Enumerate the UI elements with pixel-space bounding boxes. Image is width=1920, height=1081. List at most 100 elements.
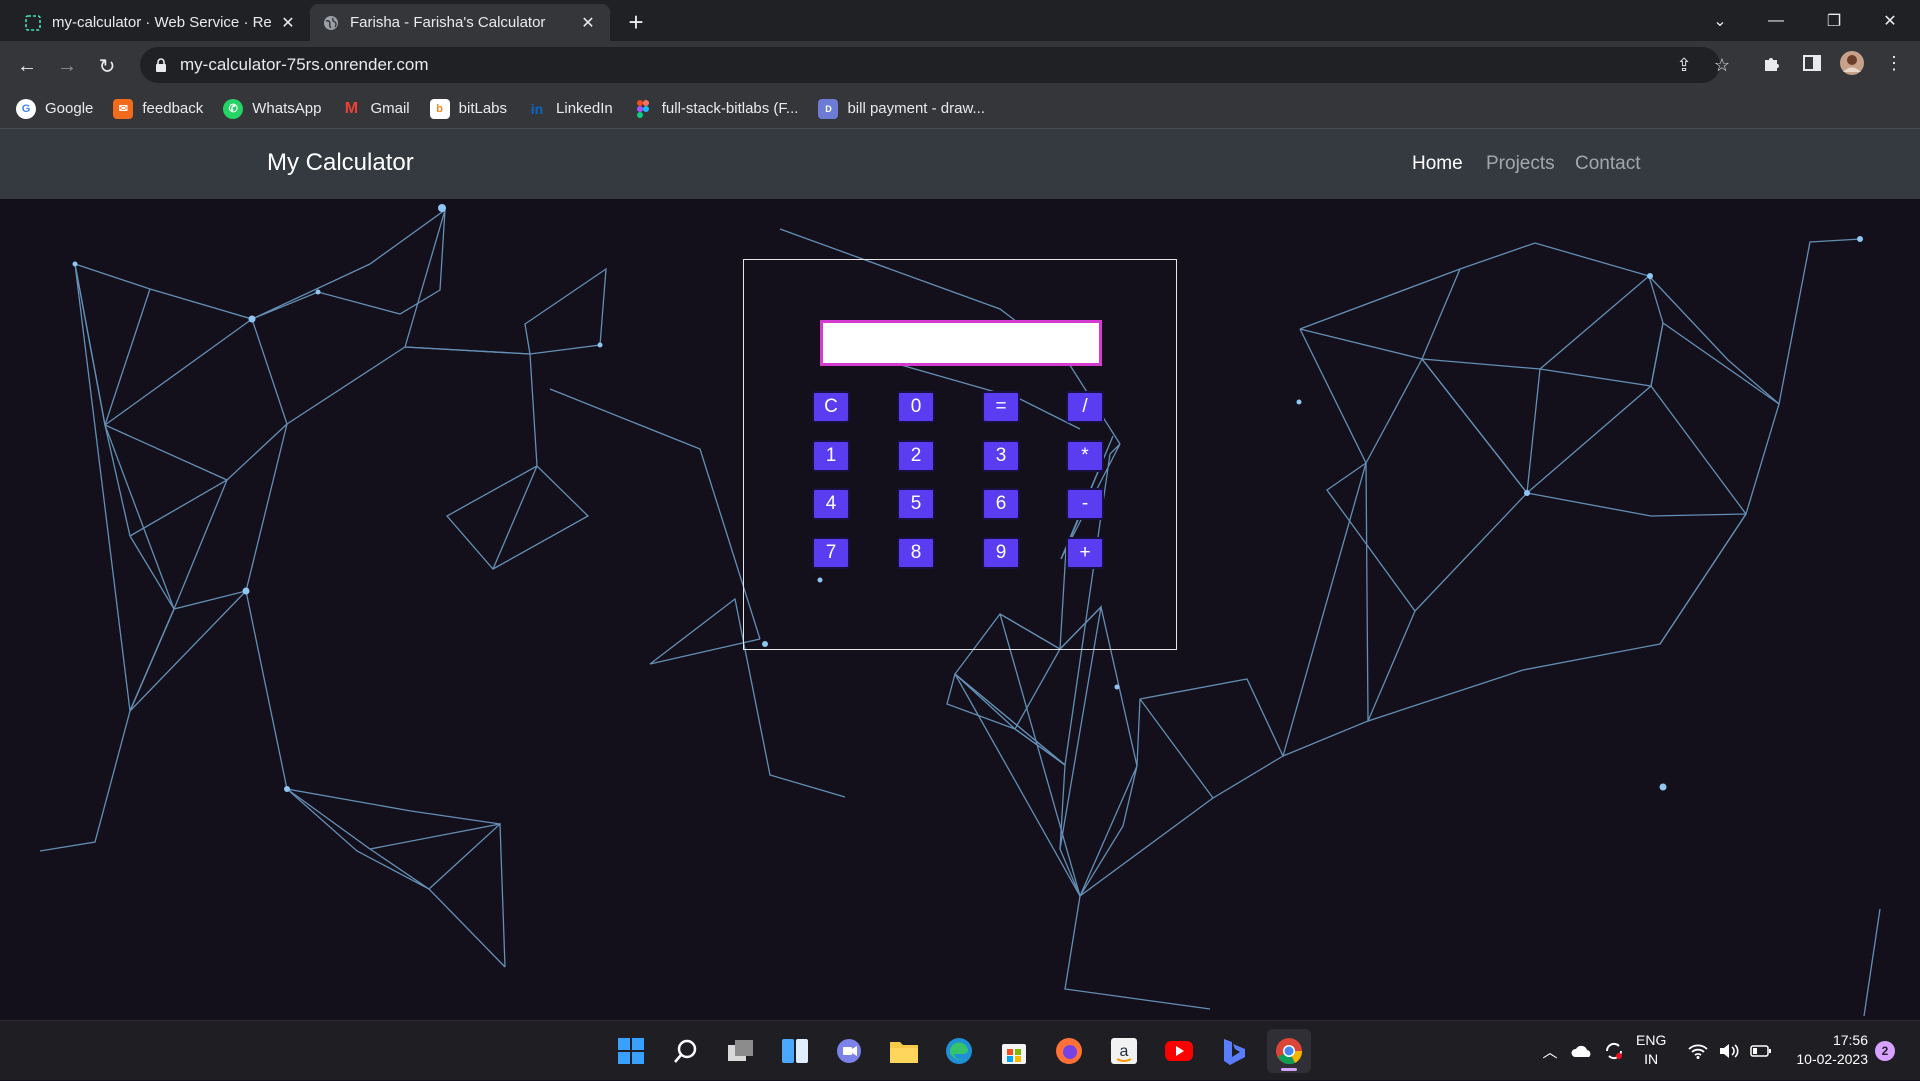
nav-contact-link[interactable]: Contact <box>1575 153 1640 175</box>
region-code: IN <box>1644 1051 1659 1067</box>
teams-chat-icon[interactable] <box>827 1029 871 1073</box>
minimize-icon[interactable]: — <box>1748 0 1804 41</box>
bookmark-label: full-stack-bitlabs (F... <box>661 100 799 117</box>
tab-strip: my-calculator · Web Service · Re ✕ Faris… <box>0 0 1920 41</box>
bing-icon[interactable] <box>1212 1029 1256 1073</box>
onedrive-cloud-icon[interactable] <box>1568 1021 1596 1081</box>
share-icon[interactable]: ⇪ <box>1670 51 1698 79</box>
file-explorer-icon[interactable] <box>882 1029 926 1073</box>
profile-avatar[interactable] <box>1838 46 1866 80</box>
key-equals-button[interactable]: = <box>982 391 1020 423</box>
key-3-button[interactable]: 3 <box>982 440 1020 472</box>
bookmark-linkedin[interactable]: in LinkedIn <box>527 99 613 119</box>
key-minus-button[interactable]: - <box>1066 488 1104 520</box>
search-icon[interactable] <box>664 1029 708 1073</box>
reload-icon[interactable]: ↻ <box>90 49 124 83</box>
nav-home-link[interactable]: Home <box>1412 153 1463 175</box>
render-favicon-icon <box>24 14 42 32</box>
key-0-button[interactable]: 0 <box>897 391 935 423</box>
browser-toolbar: ← → ↻ my-calculator-75rs.onrender.com ⇪ … <box>0 41 1920 89</box>
key-8-button[interactable]: 8 <box>897 537 935 569</box>
wifi-icon[interactable] <box>1685 1021 1711 1081</box>
url-text: my-calculator-75rs.onrender.com <box>180 55 429 74</box>
drawio-icon: D <box>818 98 839 119</box>
address-bar[interactable]: my-calculator-75rs.onrender.com ⇪ ☆ <box>140 47 1730 83</box>
figma-icon <box>633 99 653 119</box>
svg-text:a: a <box>1120 1043 1129 1060</box>
calculator-display[interactable] <box>820 320 1102 366</box>
lock-icon <box>154 57 168 73</box>
back-arrow-icon[interactable]: ← <box>10 49 44 83</box>
amazon-icon[interactable]: a <box>1102 1029 1146 1073</box>
key-6-button[interactable]: 6 <box>982 488 1020 520</box>
bookmark-bitlabs[interactable]: b bitLabs <box>429 98 507 119</box>
language-code: ENG <box>1636 1032 1667 1048</box>
key-multiply-button[interactable]: * <box>1066 440 1104 472</box>
tab-title: my-calculator · Web Service · Re <box>52 14 272 31</box>
bookmark-label: Gmail <box>370 100 410 117</box>
bookmark-full-stack-bitlabs[interactable]: full-stack-bitlabs (F... <box>633 99 799 119</box>
bookmark-gmail[interactable]: M Gmail <box>341 99 410 119</box>
tab-farisha-calculator[interactable]: Farisha - Farisha's Calculator ✕ <box>310 4 610 41</box>
show-hidden-icons-chevron-icon[interactable]: ︿ <box>1538 1021 1562 1081</box>
key-plus-button[interactable]: + <box>1066 537 1104 569</box>
tab-search-chevron-icon[interactable]: ⌄ <box>1692 0 1748 41</box>
bookmark-bill-payment[interactable]: D bill payment - draw... <box>818 98 985 119</box>
whatsapp-icon: ✆ <box>223 98 244 119</box>
key-4-button[interactable]: 4 <box>812 488 850 520</box>
bookmark-label: bill payment - draw... <box>847 100 985 117</box>
tab-title: Farisha - Farisha's Calculator <box>350 14 546 31</box>
restore-icon[interactable]: ❐ <box>1806 0 1862 41</box>
close-tab-icon[interactable]: ✕ <box>278 13 298 33</box>
clock-time: 17:56 <box>1832 1032 1868 1048</box>
taskbar-clock[interactable]: 17:56 10-02-2023 <box>1782 1031 1868 1069</box>
bookmark-feedback[interactable]: ✉ feedback <box>113 98 204 119</box>
key-2-button[interactable]: 2 <box>897 440 935 472</box>
input-language-indicator[interactable]: ENG IN <box>1636 1031 1666 1069</box>
bookmark-label: feedback <box>142 100 204 117</box>
side-panel-icon[interactable] <box>1798 46 1826 80</box>
microsoft-store-icon[interactable] <box>992 1029 1036 1073</box>
edge-icon[interactable] <box>937 1029 981 1073</box>
clock-date: 10-02-2023 <box>1796 1051 1868 1067</box>
close-window-icon[interactable]: ✕ <box>1862 0 1918 41</box>
windows-start-icon[interactable] <box>609 1029 653 1073</box>
widgets-icon[interactable] <box>773 1029 817 1073</box>
bookmark-label: Google <box>45 100 94 117</box>
bookmark-whatsapp[interactable]: ✆ WhatsApp <box>223 98 321 119</box>
bookmark-label: LinkedIn <box>556 100 613 117</box>
chrome-icon[interactable] <box>1267 1029 1311 1073</box>
notification-count-badge[interactable]: 2 <box>1875 1041 1895 1061</box>
forward-arrow-icon[interactable]: → <box>50 49 84 83</box>
chrome-menu-icon[interactable]: ⋮ <box>1880 46 1908 80</box>
bookmark-google[interactable]: G Google <box>16 98 94 119</box>
bookmarks-bar: G Google ✉ feedback ✆ WhatsApp M Gmail b… <box>0 89 1920 129</box>
nav-projects-link[interactable]: Projects <box>1486 153 1555 175</box>
new-tab-button[interactable]: + <box>620 7 652 37</box>
bookmark-star-icon[interactable]: ☆ <box>1708 51 1736 79</box>
key-5-button[interactable]: 5 <box>897 488 935 520</box>
windows-taskbar: a ︿ ENG IN 17:56 10-02-2023 2 <box>0 1020 1920 1080</box>
web-page: My Calculator Home Projects Contact C 0 … <box>0 129 1920 1020</box>
youtube-icon[interactable] <box>1157 1029 1201 1073</box>
extensions-puzzle-icon[interactable] <box>1757 46 1785 80</box>
key-divide-button[interactable]: / <box>1066 391 1104 423</box>
calculator-panel: C 0 = / 1 2 3 * 4 5 6 - 7 8 9 + <box>743 259 1177 650</box>
task-view-icon[interactable] <box>719 1029 763 1073</box>
key-clear-button[interactable]: C <box>812 391 850 423</box>
volume-icon[interactable] <box>1716 1021 1742 1081</box>
linkedin-icon: in <box>530 100 544 117</box>
site-brand[interactable]: My Calculator <box>267 149 414 177</box>
firefox-icon[interactable] <box>1047 1029 1091 1073</box>
key-1-button[interactable]: 1 <box>812 440 850 472</box>
globe-icon <box>322 14 340 32</box>
active-app-indicator <box>1281 1068 1297 1071</box>
gmail-icon: M <box>344 99 359 117</box>
battery-icon[interactable] <box>1748 1021 1774 1081</box>
key-7-button[interactable]: 7 <box>812 537 850 569</box>
key-9-button[interactable]: 9 <box>982 537 1020 569</box>
site-navbar: My Calculator Home Projects Contact <box>0 129 1920 199</box>
close-tab-icon[interactable]: ✕ <box>578 13 598 33</box>
sync-icon[interactable] <box>1600 1021 1628 1081</box>
tab-my-calculator-web-service[interactable]: my-calculator · Web Service · Re ✕ <box>12 4 310 41</box>
